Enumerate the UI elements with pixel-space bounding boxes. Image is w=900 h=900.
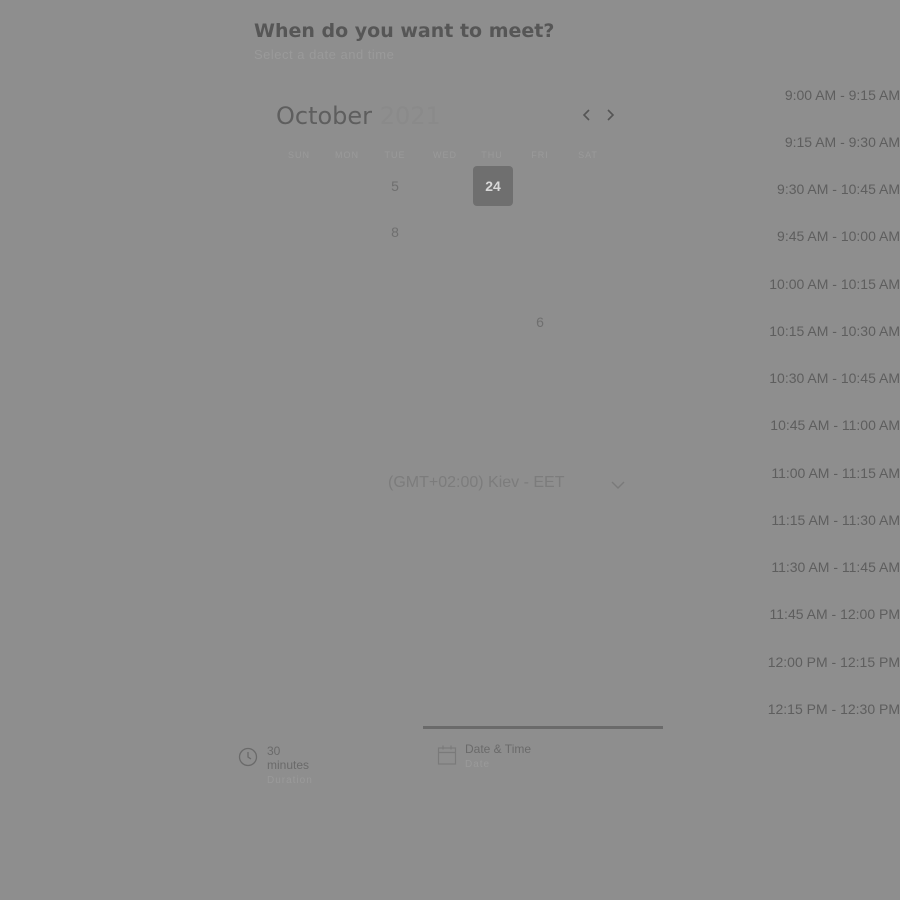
weekday-thu: THU	[481, 150, 503, 160]
time-slot[interactable]: 10:00 AM - 10:15 AM	[769, 276, 900, 292]
time-slot[interactable]: 9:00 AM - 9:15 AM	[785, 87, 900, 103]
time-slot[interactable]: 12:15 PM - 12:30 PM	[768, 701, 900, 717]
weekday-fri: FRI	[531, 150, 549, 160]
calendar-day[interactable]: 5	[375, 166, 415, 206]
calendar-icon	[437, 745, 457, 765]
prev-month-button[interactable]	[578, 106, 596, 124]
time-slot[interactable]: 9:15 AM - 9:30 AM	[785, 134, 900, 150]
chevron-left-icon	[582, 109, 590, 121]
weekday-sun: SUN	[287, 150, 310, 160]
month-name: October	[276, 102, 373, 130]
time-slot[interactable]: 10:30 AM - 10:45 AM	[769, 370, 900, 386]
duration-label: 30 minutes	[267, 744, 310, 772]
datetime-sublabel: Date	[465, 759, 491, 770]
calendar-day[interactable]: 6	[520, 302, 560, 342]
timezone-dropdown-toggle[interactable]	[610, 478, 626, 497]
clock-icon	[238, 747, 258, 767]
page-subtitle: Select a date and time	[254, 47, 395, 62]
time-slot[interactable]: 11:15 AM - 11:30 AM	[771, 512, 900, 528]
time-slot[interactable]: 11:00 AM - 11:15 AM	[771, 465, 900, 481]
calendar-month-label: October 2021	[276, 102, 441, 130]
chevron-down-icon	[611, 481, 625, 489]
weekday-wed: WED	[433, 150, 457, 160]
calendar-day-selected[interactable]: 24	[473, 166, 513, 206]
chevron-right-icon	[607, 109, 615, 121]
datetime-label: Date & Time	[465, 742, 532, 756]
time-slot[interactable]: 10:45 AM - 11:00 AM	[770, 417, 900, 433]
page-title: When do you want to meet?	[254, 20, 555, 42]
time-slot[interactable]: 11:30 AM - 11:45 AM	[771, 559, 900, 575]
timezone-value: (GMT+02:00) Kiev - EET	[388, 474, 565, 491]
step-progress-bar	[423, 726, 663, 729]
weekday-mon: MON	[335, 150, 359, 160]
month-year: 2021	[379, 102, 441, 130]
time-slot[interactable]: 10:15 AM - 10:30 AM	[769, 323, 900, 339]
weekday-sat: SAT	[578, 150, 598, 160]
calendar-day[interactable]: 8	[375, 212, 415, 252]
duration-sublabel: Duration	[267, 775, 313, 786]
weekday-tue: TUE	[384, 150, 406, 160]
time-slot[interactable]: 9:30 AM - 10:45 AM	[777, 181, 900, 197]
next-month-button[interactable]	[601, 106, 619, 124]
time-slot[interactable]: 11:45 AM - 12:00 PM	[770, 606, 900, 622]
time-slot[interactable]: 9:45 AM - 10:00 AM	[777, 228, 900, 244]
time-slot[interactable]: 12:00 PM - 12:15 PM	[768, 654, 900, 670]
